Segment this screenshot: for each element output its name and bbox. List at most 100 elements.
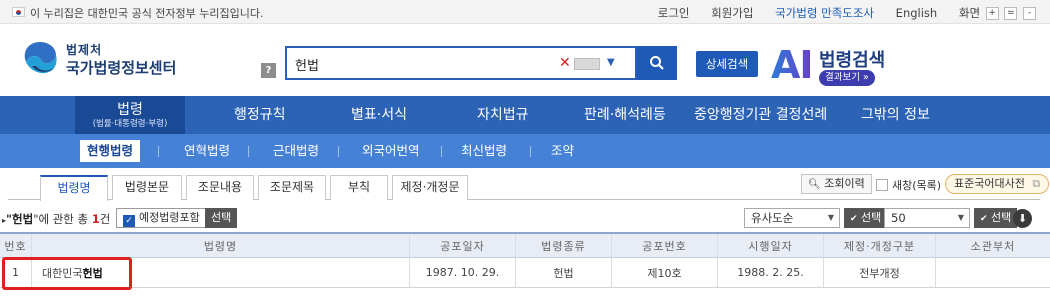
main-nav-other-info[interactable]: 그밖의 정보 bbox=[861, 96, 930, 134]
search-help-button[interactable]: ? bbox=[261, 63, 276, 78]
sub-nav-latest-laws[interactable]: 최신법령 bbox=[461, 134, 507, 168]
external-link-icon: ⧉ bbox=[1032, 177, 1041, 190]
result-summary: ▸"헌법"에 관한 총 1건 bbox=[2, 211, 110, 227]
sub-nav-divider bbox=[248, 146, 249, 157]
sub-nav-modern-laws[interactable]: 근대법령 bbox=[273, 134, 319, 168]
page-size-value: 50 bbox=[891, 211, 906, 225]
screen-zoom-label: 화면 bbox=[958, 6, 981, 20]
header-effective-date: 시행일자 bbox=[718, 234, 824, 257]
row-promulgation-number: 제10호 bbox=[612, 258, 718, 287]
new-window-checkbox[interactable] bbox=[876, 179, 888, 191]
apply-sort-button[interactable]: ✔ 선택 bbox=[844, 208, 888, 228]
zoom-in-button[interactable]: + bbox=[985, 7, 999, 20]
check-icon: ✔ bbox=[980, 214, 988, 224]
tab-law-body[interactable]: 법령본문 bbox=[112, 175, 182, 200]
result-count: 1 bbox=[91, 212, 100, 226]
row-ministry bbox=[936, 258, 1050, 287]
new-window-label: 새창(목록) bbox=[892, 179, 942, 192]
site-logo[interactable]: 법제처 국가법령정보센터 bbox=[20, 38, 200, 84]
tab-article-content[interactable]: 조문내용 bbox=[186, 175, 254, 200]
ai-law-search-banner[interactable]: AI 법령검색 결과보기 » bbox=[771, 44, 901, 88]
search-icon: 🔍︎ bbox=[808, 179, 821, 190]
main-nav-law-label: 법령 bbox=[117, 102, 143, 118]
table-header: 번호 법령명 공포일자 법령종류 공포번호 시행일자 제정·개정구분 소관부처 bbox=[0, 232, 1050, 258]
sub-nav-treaties[interactable]: 조약 bbox=[551, 134, 574, 168]
sub-nav-translations[interactable]: 외국어번역 bbox=[362, 134, 420, 168]
main-nav-admin-rules[interactable]: 행정규칙 bbox=[234, 96, 286, 134]
select-scheduled-button[interactable]: 선택 bbox=[205, 208, 238, 228]
include-scheduled-checkbox[interactable]: ✓ bbox=[123, 215, 135, 227]
standard-dictionary-label: 표준국어대사전 bbox=[954, 177, 1025, 190]
main-nav-precedents[interactable]: 판례·해석례등 bbox=[584, 96, 666, 134]
header-promulgation-date: 공포일자 bbox=[410, 234, 516, 257]
detailed-search-button[interactable]: 상세검색 bbox=[696, 51, 758, 77]
sub-nav-current-laws[interactable]: 현행법령 bbox=[80, 140, 141, 162]
main-nav-law[interactable]: 법령 (법률·대통령령·부령) bbox=[75, 96, 185, 134]
row-law-type: 헌법 bbox=[516, 258, 612, 287]
search-box: ✕ ▼ bbox=[285, 46, 637, 80]
gov-notice-text[interactable]: 이 누리집은 대한민국 공식 전자정부 누리집입니다. bbox=[30, 5, 264, 21]
main-nav-forms[interactable]: 별표·서식 bbox=[351, 96, 407, 134]
header-ministry: 소관부처 bbox=[970, 239, 1016, 253]
search-history-button[interactable]: 🔍︎ 조회이력 bbox=[801, 174, 872, 194]
chevron-down-icon: ▼ bbox=[827, 213, 834, 222]
sub-nav-historical-laws[interactable]: 연혁법령 bbox=[184, 134, 230, 168]
apply-page-size-button[interactable]: ✔ 선택 bbox=[974, 208, 1018, 228]
taegeuk-logo-icon bbox=[24, 42, 57, 74]
include-scheduled-label: 예정법령포함 bbox=[139, 211, 200, 224]
download-icon[interactable]: ⬇ bbox=[1013, 209, 1032, 228]
clear-search-icon[interactable]: ✕ bbox=[559, 55, 571, 71]
main-nav-local-laws[interactable]: 자치법규 bbox=[477, 96, 529, 134]
check-icon: ✔ bbox=[850, 214, 858, 224]
apply-page-size-label: 선택 bbox=[991, 211, 1012, 224]
header-law-type: 법령종류 bbox=[516, 234, 612, 257]
sub-nav-divider bbox=[530, 146, 531, 157]
main-nav-agency-decisions[interactable]: 중앙행정기관 결정선례 bbox=[694, 96, 827, 134]
ai-logo-text: AI bbox=[771, 43, 814, 87]
sub-nav-divider bbox=[158, 146, 159, 157]
logo-center-name: 국가법령정보센터 bbox=[66, 59, 177, 77]
apply-sort-label: 선택 bbox=[861, 211, 882, 224]
zoom-reset-button[interactable]: = bbox=[1004, 7, 1018, 20]
ai-view-results-badge[interactable]: 결과보기 » bbox=[819, 70, 875, 86]
result-controls: ▸"헌법"에 관한 총 1건 ✓ 예정법령포함 선택 유사도순 ▼ ✔ 선택 50 ▼… bbox=[0, 204, 1050, 232]
keyboard-icon[interactable] bbox=[574, 58, 600, 70]
header-promulgation-number: 공포번호 bbox=[612, 234, 718, 257]
signup-link[interactable]: 회원가입 bbox=[711, 6, 753, 20]
sort-select-value: 유사도순 bbox=[751, 211, 794, 225]
sub-nav-divider bbox=[338, 146, 339, 157]
chevron-down-icon: ▼ bbox=[957, 213, 964, 222]
search-button[interactable] bbox=[637, 46, 677, 80]
tab-law-name[interactable]: 법령명 bbox=[40, 175, 108, 201]
sub-nav: 현행법령 연혁법령 근대법령 외국어번역 최신법령 조약 bbox=[0, 134, 1050, 168]
chevron-down-icon[interactable]: ▼ bbox=[607, 57, 615, 68]
zoom-out-button[interactable]: - bbox=[1023, 7, 1036, 20]
tab-enactment-text[interactable]: 제정·개정문 bbox=[392, 175, 468, 200]
sub-nav-divider bbox=[441, 146, 442, 157]
header-law-name: 법령명 bbox=[32, 234, 410, 257]
english-link[interactable]: English bbox=[896, 6, 938, 20]
korea-flag-icon bbox=[12, 7, 25, 17]
survey-link[interactable]: 국가법령 만족도조사 bbox=[775, 6, 874, 20]
new-window-option[interactable]: 새창(목록) bbox=[876, 177, 941, 193]
tab-addenda[interactable]: 부칙 bbox=[330, 175, 388, 200]
table-row[interactable]: 1 대한민국 헌법 1987. 10. 29. 헌법 제10호 1988. 2. … bbox=[0, 258, 1050, 288]
login-link[interactable]: 로그인 bbox=[658, 6, 690, 20]
main-nav-law-sub: (법률·대통령령·부령) bbox=[92, 119, 168, 129]
result-middle-text: "에 관한 총 bbox=[33, 212, 92, 226]
top-links: 로그인 회원가입 국가법령 만족도조사 English 화면 + = - bbox=[640, 5, 1036, 21]
include-scheduled-option[interactable]: ✓ 예정법령포함 bbox=[116, 208, 207, 228]
top-notice-bar: 이 누리집은 대한민국 공식 전자정부 누리집입니다. 로그인 회원가입 국가법… bbox=[0, 0, 1050, 24]
sort-select[interactable]: 유사도순 ▼ bbox=[744, 208, 840, 228]
main-nav: 법령 (법률·대통령령·부령) 행정규칙 별표·서식 자치법규 판례·해석례등 … bbox=[0, 96, 1050, 134]
search-history-label: 조회이력 bbox=[824, 177, 865, 190]
standard-dictionary-button[interactable]: 표준국어대사전 ⧉ bbox=[945, 174, 1050, 194]
row-promulgation-date: 1987. 10. 29. bbox=[410, 258, 516, 287]
row-revision-type: 전부개정 bbox=[824, 258, 936, 287]
header-number: 번호 bbox=[0, 234, 32, 257]
header-revision-type: 제정·개정구분 bbox=[824, 234, 936, 257]
search-input[interactable] bbox=[295, 54, 555, 74]
page-size-select[interactable]: 50 ▼ bbox=[884, 208, 970, 228]
ai-search-title: 법령검색 bbox=[819, 50, 886, 71]
tab-article-title[interactable]: 조문제목 bbox=[258, 175, 326, 200]
